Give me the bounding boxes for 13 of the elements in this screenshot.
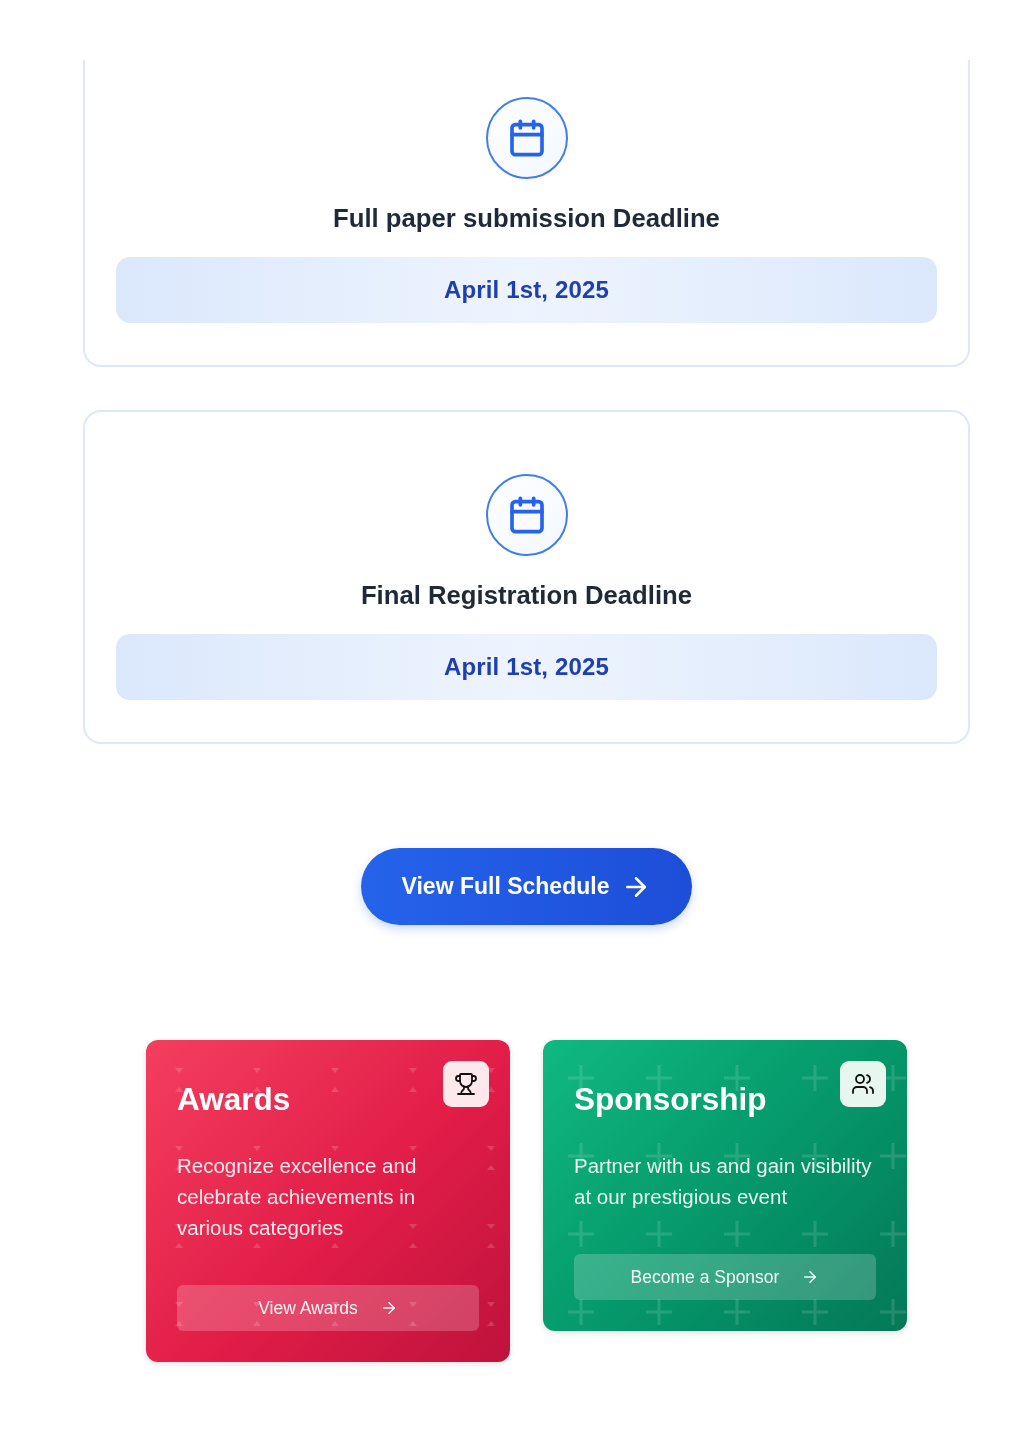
card-title: Awards <box>177 1081 292 1117</box>
deadline-title: Full paper submission Deadline <box>333 203 720 234</box>
users-icon <box>840 1061 886 1107</box>
date-pill: April 1st, 2025 <box>116 634 937 700</box>
trophy-icon <box>443 1061 489 1107</box>
date-pill: April 1st, 2025 <box>116 257 937 323</box>
card-title: Sponsorship <box>574 1081 768 1117</box>
deadline-title: Final Registration Deadline <box>360 580 693 611</box>
card-description: Recognize excellence and celebrate achievements in various categories <box>177 1153 418 1241</box>
card-description: Partner with us and gain visibility at our prestigious event <box>574 1153 873 1210</box>
card-action-button[interactable]: View Awards <box>177 1285 479 1331</box>
card-action-button[interactable]: Become a Sponsor <box>574 1254 876 1300</box>
view-schedule-button[interactable]: View Full Schedule <box>360 848 693 925</box>
